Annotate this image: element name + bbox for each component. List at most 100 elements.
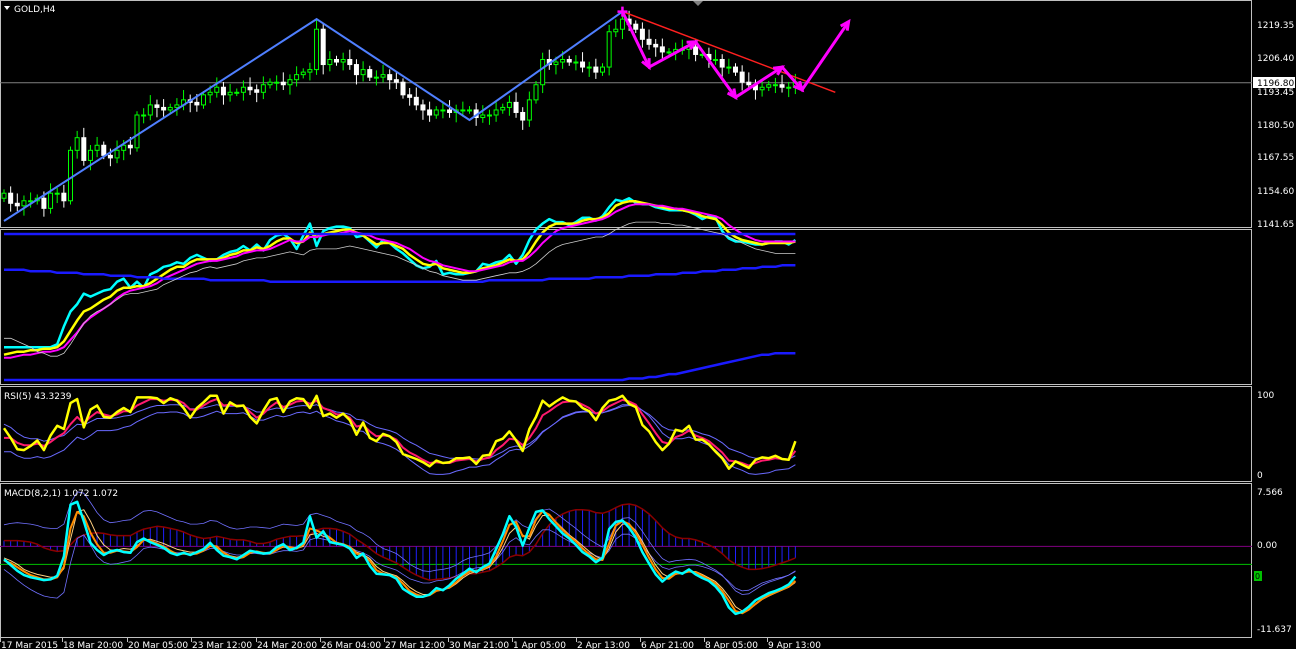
candle-body <box>393 79 399 83</box>
candle-body <box>400 81 406 96</box>
candle-body <box>174 104 180 108</box>
candle-body <box>274 81 280 84</box>
candle-body <box>726 66 732 69</box>
candle-body <box>493 109 499 116</box>
candle-body <box>719 59 725 68</box>
time-label: 8 Apr 05:00 <box>705 641 758 649</box>
candle-body <box>646 38 652 45</box>
time-label: 18 Mar 20:00 <box>63 641 123 649</box>
candle-body <box>87 149 93 161</box>
candle-body <box>54 192 60 195</box>
candle-body <box>81 137 87 161</box>
candle-body <box>294 74 300 81</box>
candle-body <box>387 74 393 81</box>
candle-body <box>300 71 306 76</box>
price-tick: 1193.45 <box>1257 88 1294 98</box>
price-tick: 1206.40 <box>1257 54 1294 64</box>
candle-body <box>327 59 333 66</box>
time-label: 27 Mar 12:00 <box>385 641 445 649</box>
candle-body <box>573 61 579 64</box>
candle-body <box>526 99 532 121</box>
time-label: 23 Mar 12:00 <box>192 641 252 649</box>
candle-body <box>134 114 140 149</box>
time-label: 9 Apr 13:00 <box>768 641 821 649</box>
candle-body <box>347 59 353 66</box>
candle-body <box>61 192 67 202</box>
candle-body <box>373 76 379 79</box>
candle-body <box>520 111 526 121</box>
candle-body <box>639 28 645 40</box>
candle-body <box>334 59 339 63</box>
candle-body <box>560 59 566 63</box>
candle-body <box>353 64 359 76</box>
candle-body <box>739 71 745 83</box>
candle-body <box>766 84 772 88</box>
candle-body <box>14 202 20 207</box>
candle-body <box>48 192 54 209</box>
candle-body <box>613 28 619 33</box>
candle-body <box>127 144 133 149</box>
candle-body <box>440 109 446 112</box>
level-marker-label: 0 <box>1255 572 1260 581</box>
candle-body <box>68 149 73 202</box>
price-tick: 1154.60 <box>1257 187 1294 197</box>
candle-body <box>407 94 413 98</box>
price-tick: 1141.65 <box>1257 220 1294 230</box>
candle-body <box>600 66 605 73</box>
candle-body <box>772 84 778 87</box>
candle-body <box>287 79 293 86</box>
candle-body <box>659 46 665 53</box>
candle-body <box>280 81 286 86</box>
candle-body <box>666 51 672 54</box>
candle-body <box>540 59 546 86</box>
time-label: 30 Mar 21:00 <box>449 641 509 649</box>
macd-tick: 0.00 <box>1257 541 1277 551</box>
candle-body <box>201 94 206 106</box>
candle-body <box>619 18 625 30</box>
candle-body <box>240 86 246 93</box>
candle-body <box>380 74 386 78</box>
candle-body <box>247 86 253 91</box>
candle-body <box>553 61 559 66</box>
candle-body <box>413 96 419 106</box>
time-label: 2 Apr 13:00 <box>577 641 630 649</box>
candle-body <box>227 91 233 96</box>
candle-body <box>220 86 226 96</box>
candle-body <box>533 84 539 101</box>
price-tick: 1167.55 <box>1257 153 1294 163</box>
candle-body <box>8 192 14 204</box>
macd-tick: -11.637 <box>1257 625 1292 635</box>
time-label: 20 Mar 05:00 <box>128 641 188 649</box>
time-label: 24 Mar 20:00 <box>257 641 317 649</box>
candle-body <box>580 61 586 68</box>
candle-body <box>254 89 260 93</box>
candle-body <box>713 59 719 61</box>
time-label: 17 Mar 2015 <box>1 641 58 649</box>
candle-body <box>267 81 273 86</box>
candle-body <box>606 31 612 68</box>
candle-body <box>593 66 599 73</box>
candle-body <box>427 109 433 116</box>
candle-body <box>74 137 80 151</box>
time-label: 1 Apr 05:00 <box>513 641 566 649</box>
candle-body <box>154 104 160 108</box>
chart-window[interactable]: GOLD,H4 RSI(5) 43.3239 MACD(8,2,1) 1.072… <box>0 0 1296 649</box>
candle-body <box>21 200 27 207</box>
candle-body <box>340 59 346 63</box>
candle-body <box>234 91 240 94</box>
candle-body <box>733 66 738 73</box>
candle-body <box>633 23 639 30</box>
macd-pane-title: MACD(8,2,1) 1.072 1.072 <box>4 489 118 499</box>
candle-body <box>653 43 659 48</box>
candle-body <box>194 101 200 106</box>
candle-body <box>161 106 167 111</box>
candle-body <box>759 86 765 91</box>
candle-body <box>1 192 7 199</box>
time-label: 26 Mar 04:00 <box>321 641 381 649</box>
rsi-tick: 0 <box>1257 471 1263 481</box>
candle-body <box>786 86 792 89</box>
candle-body <box>486 114 492 117</box>
candle-body <box>107 154 113 159</box>
candle-body <box>121 144 127 151</box>
rsi-tick: 100 <box>1257 391 1274 401</box>
